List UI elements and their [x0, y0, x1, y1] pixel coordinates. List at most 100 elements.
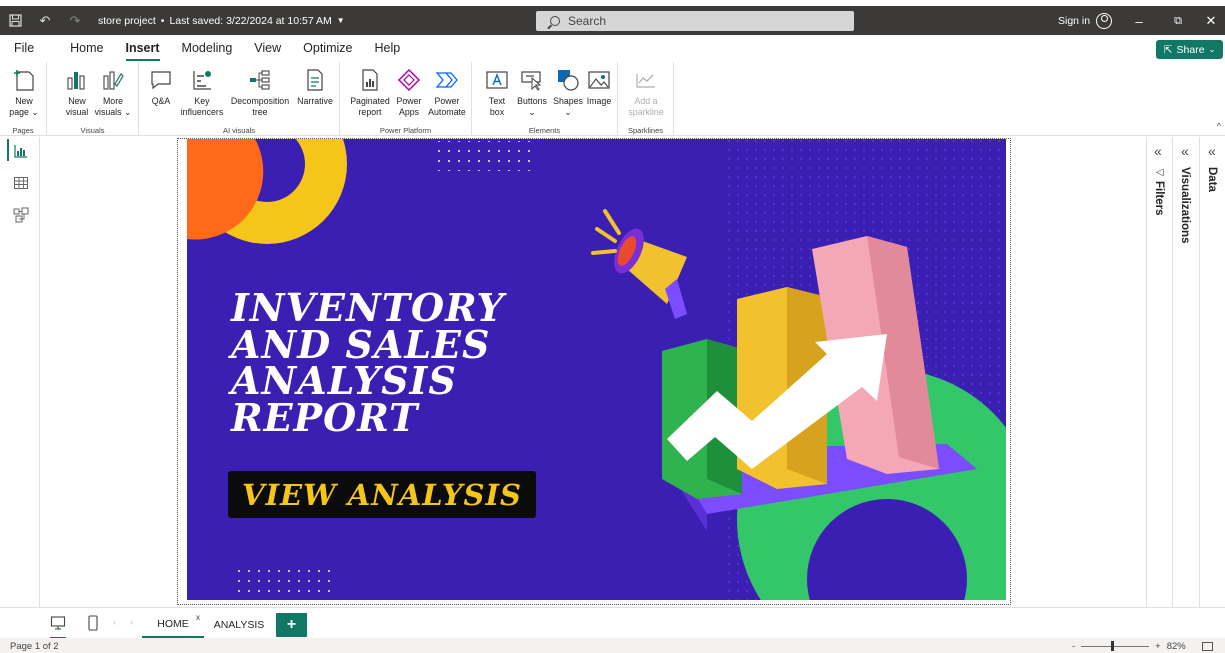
new-page-icon: [6, 66, 42, 94]
close-tab-icon[interactable]: x: [196, 613, 200, 622]
zoom-in-button[interactable]: +: [1155, 641, 1161, 652]
scroll-right-icon[interactable]: ›: [130, 617, 133, 627]
zoom-out-button[interactable]: -: [1072, 641, 1075, 652]
add-sparkline-label-1: Add a: [634, 96, 658, 106]
close-button[interactable]: ✕: [1196, 11, 1225, 31]
table-view-icon[interactable]: [13, 175, 29, 191]
report-page-home[interactable]: INVENTORY AND SALES ANALYSIS REPORT VIEW…: [187, 139, 1006, 600]
expand-data-icon[interactable]: «: [1208, 143, 1216, 159]
key-influencers-label-2: influencers: [180, 107, 224, 117]
sign-in-button[interactable]: Sign in: [1058, 13, 1113, 29]
tab-help[interactable]: Help: [363, 38, 411, 60]
tab-file[interactable]: File: [0, 38, 45, 60]
view-rail: [0, 137, 40, 607]
group-visuals: New visual Visuals More visuals ⌄: [47, 62, 139, 136]
data-pane[interactable]: « Data: [1199, 137, 1225, 607]
key-influencers-button[interactable]: Key influencers: [178, 66, 226, 118]
search-box[interactable]: Search: [536, 11, 854, 31]
save-icon[interactable]: [0, 6, 30, 35]
desktop-layout-icon[interactable]: [50, 615, 66, 639]
shapes-button[interactable]: Shapes ⌄: [550, 66, 586, 118]
account-icon: [1096, 13, 1113, 29]
view-analysis-button[interactable]: VIEW ANALYSIS: [228, 471, 536, 518]
filters-label: Filters: [1153, 181, 1165, 216]
decomposition-tree-label-1: Decomposition: [230, 96, 290, 106]
redo-icon[interactable]: ↷: [60, 6, 90, 35]
new-page-label-1: New: [15, 96, 33, 106]
page-tab-home[interactable]: HOME x: [142, 612, 204, 638]
fit-to-page-icon[interactable]: [1201, 642, 1213, 651]
page-tab-analysis[interactable]: ANALYSIS: [206, 612, 272, 638]
add-sparkline-label-2: sparkline: [628, 107, 664, 117]
zoom-slider-thumb[interactable]: [1111, 641, 1115, 651]
qa-button[interactable]: Q&A: [148, 66, 174, 107]
powerbi-window: ↶ ↷ store project • Last saved: 3/22/202…: [0, 0, 1225, 653]
narrative-button[interactable]: Narrative: [293, 66, 337, 107]
visualizations-pane[interactable]: « Visualizations: [1172, 137, 1199, 607]
model-view-icon[interactable]: [13, 207, 29, 223]
tab-home[interactable]: Home: [59, 38, 114, 60]
chevron-down-icon: ▼: [336, 16, 345, 25]
restore-button[interactable]: ⧉: [1163, 11, 1193, 31]
new-visual-button[interactable]: New visual: [61, 66, 93, 118]
image-button[interactable]: Image: [583, 66, 615, 107]
image-icon: [583, 66, 615, 94]
zoom-slider[interactable]: [1081, 641, 1150, 651]
shapes-label-2: ⌄: [564, 107, 572, 117]
text-box-button[interactable]: Text box: [483, 66, 511, 118]
group-sparklines: Add a sparkline Sparklines: [618, 62, 674, 136]
add-sparkline-button[interactable]: Add a sparkline: [624, 66, 668, 118]
expand-visualizations-icon[interactable]: «: [1181, 143, 1189, 159]
visualizations-label: Visualizations: [1179, 167, 1191, 244]
group-label-visuals: Visuals: [80, 126, 105, 135]
add-page-button[interactable]: +: [276, 613, 307, 637]
more-visuals-button[interactable]: More visuals ⌄: [93, 66, 133, 118]
document-title[interactable]: store project • Last saved: 3/22/2024 at…: [98, 15, 345, 27]
report-view-icon[interactable]: [13, 143, 29, 159]
group-power-platform: Paginated report Power Apps Power Automa…: [340, 62, 472, 136]
new-page-button[interactable]: New page ⌄: [6, 66, 42, 118]
power-automate-label-2: Automate: [428, 107, 466, 117]
bar-chart-icon: [61, 66, 93, 94]
decomposition-tree-button[interactable]: Decomposition tree: [227, 66, 293, 118]
group-label-power-platform: Power Platform: [379, 126, 432, 135]
mobile-layout-icon[interactable]: [87, 615, 99, 636]
share-icon: ⇱: [1163, 43, 1173, 56]
collapse-ribbon-icon[interactable]: ^: [1217, 121, 1221, 131]
tab-optimize[interactable]: Optimize: [292, 38, 363, 60]
minimize-button[interactable]: –: [1124, 11, 1154, 31]
more-options-icon[interactable]: ···: [990, 140, 1003, 151]
zoom-level: 82%: [1166, 641, 1186, 652]
buttons-label-1: Buttons: [517, 96, 547, 106]
status-bar: Page 1 of 2 - + 82%: [0, 638, 1225, 653]
power-apps-button[interactable]: Power Apps: [393, 66, 425, 118]
scroll-left-icon[interactable]: ‹: [113, 617, 116, 627]
narrative-label: Narrative: [297, 96, 333, 106]
paginated-report-button[interactable]: Paginated report: [347, 66, 393, 118]
power-automate-label-1: Power: [434, 96, 460, 106]
paginated-report-label-2: report: [358, 107, 382, 117]
title-bar: ↶ ↷ store project • Last saved: 3/22/202…: [0, 6, 1225, 35]
buttons-label-2: ⌄: [528, 107, 536, 117]
sign-in-label: Sign in: [1058, 15, 1091, 27]
expand-filters-icon[interactable]: «: [1154, 143, 1162, 159]
page-tab-home-label: HOME: [157, 618, 189, 630]
tab-insert[interactable]: Insert: [115, 38, 171, 61]
report-title: INVENTORY AND SALES ANALYSIS REPORT: [231, 289, 531, 436]
data-label: Data: [1206, 167, 1218, 192]
tab-modeling[interactable]: Modeling: [171, 38, 244, 60]
qa-label: Q&A: [151, 96, 171, 106]
undo-icon[interactable]: ↶: [30, 6, 60, 35]
filter-icon: ◁: [1156, 167, 1164, 178]
group-label-pages: Pages: [12, 126, 34, 135]
last-saved: Last saved: 3/22/2024 at 10:57 AM: [169, 14, 332, 27]
tab-view[interactable]: View: [243, 38, 292, 60]
document-name: store project: [98, 14, 156, 27]
group-label-elements: Elements: [528, 126, 561, 135]
filters-pane[interactable]: « ◁ Filters: [1146, 137, 1172, 607]
page-tab-bar: ‹ › HOME x ANALYSIS +: [0, 607, 1225, 639]
side-panes: « ◁ Filters « Visualizations « Data: [1146, 137, 1225, 607]
buttons-button[interactable]: Buttons ⌄: [512, 66, 552, 118]
power-automate-button[interactable]: Power Automate: [425, 66, 469, 118]
share-button[interactable]: ⇱ Share ⌄: [1156, 40, 1223, 59]
